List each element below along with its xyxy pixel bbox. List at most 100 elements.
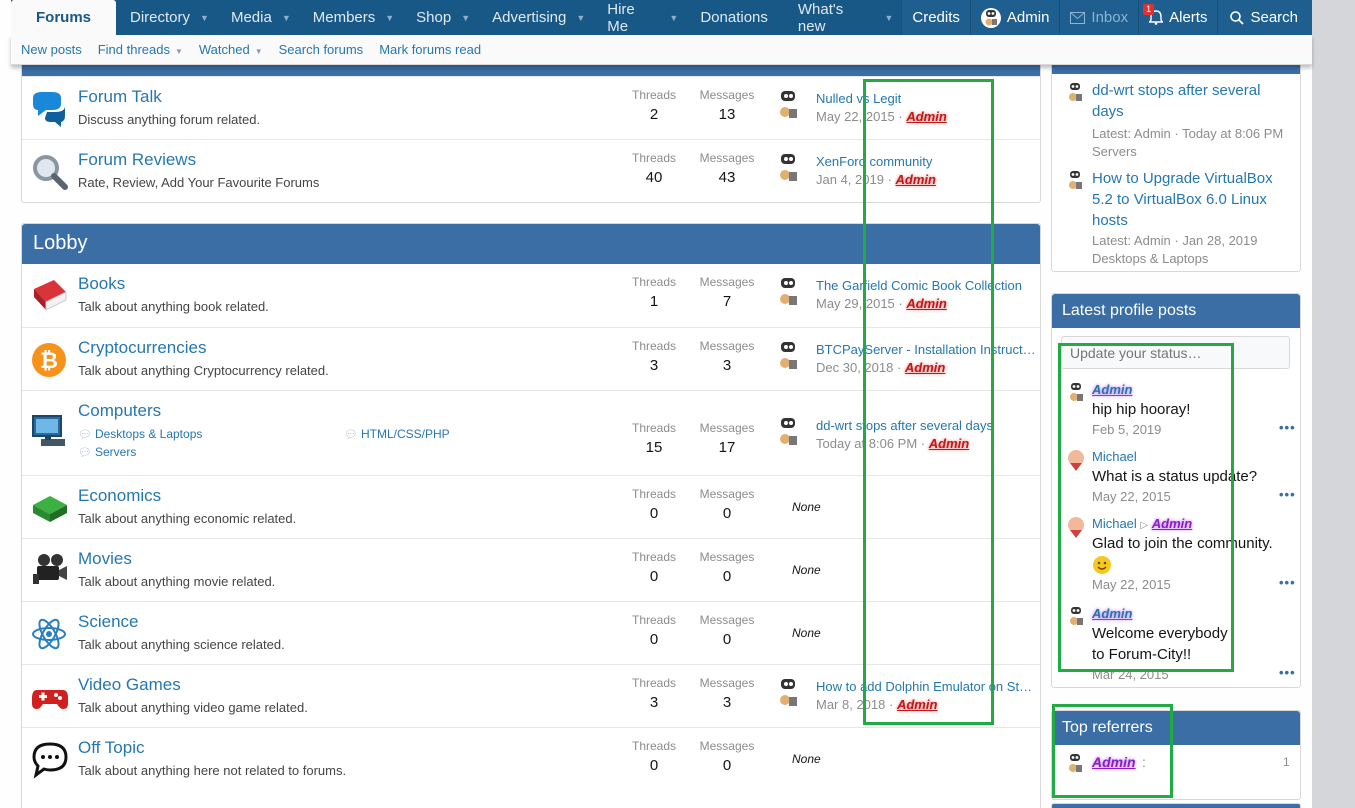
threads-stat: Threads 0 <box>619 739 689 774</box>
inbox-link[interactable]: Inbox <box>1059 0 1139 35</box>
forum-title[interactable]: Movies <box>78 549 132 569</box>
tab-members[interactable]: Members ▼ <box>299 0 402 35</box>
tab-directory[interactable]: Directory ▼ <box>116 0 217 35</box>
post-date[interactable]: May 22, 2015 <box>1092 489 1171 504</box>
user-avatar-icon[interactable] <box>777 153 799 187</box>
find-threads-link[interactable]: Find threads ▼ <box>98 42 183 57</box>
last-thread-title[interactable]: The Garfield Comic Book Collection <box>816 278 1038 293</box>
referrer-user[interactable]: Admin <box>1092 754 1136 770</box>
forum-title[interactable]: Off Topic <box>78 738 144 758</box>
tab-shop[interactable]: Shop ▼ <box>402 0 478 35</box>
chevron-down-icon[interactable]: ▼ <box>282 13 291 23</box>
forum-title[interactable]: Forum Reviews <box>78 150 196 170</box>
threads-count: 0 <box>649 757 659 774</box>
subforum-label: Servers <box>94 445 137 459</box>
user-avatar-icon[interactable] <box>777 417 799 451</box>
user-avatar-icon[interactable] <box>1067 606 1085 628</box>
threads-label: Threads <box>631 339 677 353</box>
user-avatar-icon[interactable] <box>1067 516 1085 538</box>
alerts-link[interactable]: 1 Alerts <box>1138 0 1218 35</box>
chevron-down-icon[interactable]: ▼ <box>461 13 470 23</box>
more-options-icon[interactable]: ••• <box>1279 665 1296 680</box>
post-author[interactable]: Admin <box>1092 606 1132 621</box>
more-options-icon[interactable]: ••• <box>1279 575 1296 590</box>
chevron-down-icon[interactable]: ▼ <box>200 13 209 23</box>
post-author[interactable]: Michael <box>1092 516 1137 531</box>
forum-title[interactable]: Computers <box>78 401 161 421</box>
chevron-down-icon[interactable]: ▼ <box>385 13 394 23</box>
account-link[interactable]: Admin <box>969 0 1060 35</box>
post-target[interactable]: Admin <box>1152 516 1192 531</box>
forum-title[interactable]: Forum Talk <box>78 87 162 107</box>
forum-title[interactable]: Science <box>78 612 138 632</box>
tab-whats-new[interactable]: What's new ▼ <box>784 0 901 35</box>
post-author[interactable]: Admin <box>1092 382 1132 397</box>
last-thread-title[interactable]: BTCPayServer - Installation Instructions <box>816 342 1038 357</box>
block-title[interactable]: Top referrers <box>1052 711 1300 745</box>
user-avatar-icon[interactable] <box>1067 82 1083 104</box>
thread-forum[interactable]: Servers <box>1092 143 1137 161</box>
tab-donations[interactable]: Donations <box>686 0 784 35</box>
last-post-user[interactable]: Admin <box>897 697 937 712</box>
watched-link[interactable]: Watched ▼ <box>199 42 263 57</box>
post-author[interactable]: Michael <box>1092 449 1137 464</box>
user-avatar-icon[interactable] <box>1067 382 1085 404</box>
new-posts-link[interactable]: New posts <box>21 42 82 57</box>
subforum-link[interactable]: 💬︎ HTML/CSS/PHP <box>344 427 450 441</box>
tab-media[interactable]: Media ▼ <box>217 0 299 35</box>
chat-bubbles-icon: 💬︎ <box>344 429 358 441</box>
subforum-link[interactable]: 💬︎ Desktops & Laptops <box>78 427 202 441</box>
forum-title[interactable]: Video Games <box>78 675 181 695</box>
more-options-icon[interactable]: ••• <box>1279 420 1296 435</box>
user-avatar-icon[interactable] <box>777 277 799 311</box>
user-avatar-icon[interactable] <box>1067 753 1083 775</box>
thread-title[interactable]: dd-wrt stops after several days <box>1092 80 1292 122</box>
chevron-down-icon[interactable]: ▼ <box>175 47 183 56</box>
post-date[interactable]: Feb 5, 2019 <box>1092 422 1161 437</box>
tab-forums[interactable]: Forums <box>11 0 117 35</box>
forum-title[interactable]: Books <box>78 274 125 294</box>
thread-forum[interactable]: Desktops & Laptops <box>1092 250 1208 268</box>
last-thread-title[interactable]: dd-wrt stops after several days <box>816 418 1038 433</box>
chevron-down-icon[interactable]: ▼ <box>576 13 585 23</box>
tab-hire-me[interactable]: Hire Me ▼ <box>593 0 686 35</box>
chevron-down-icon[interactable]: ▼ <box>884 13 893 23</box>
more-options-icon[interactable]: ••• <box>1279 487 1296 502</box>
last-post-user[interactable]: Admin <box>896 172 936 187</box>
subforum-link[interactable]: 💬︎ Servers <box>78 445 136 459</box>
category-title[interactable]: Lobby <box>22 224 1040 264</box>
thread-title[interactable]: How to Upgrade VirtualBox 5.2 to Virtual… <box>1092 168 1287 231</box>
block-title[interactable]: Latest profile posts <box>1052 294 1300 328</box>
watched-label: Watched <box>198 42 250 57</box>
last-thread-title[interactable]: Nulled vs Legit <box>816 91 1038 106</box>
messages-count: 3 <box>722 357 732 374</box>
status-update-input[interactable] <box>1061 336 1290 369</box>
user-avatar-icon[interactable] <box>1067 449 1085 471</box>
user-avatar-icon[interactable] <box>777 341 799 375</box>
user-avatar-icon[interactable] <box>1067 170 1083 192</box>
credits-link[interactable]: Credits <box>901 0 970 35</box>
threads-stat: Threads 0 <box>619 613 689 648</box>
last-post-user[interactable]: Admin <box>929 436 969 451</box>
last-thread-title[interactable]: How to add Dolphin Emulator on Steam <box>816 679 1038 694</box>
last-post-user[interactable]: Admin <box>906 296 946 311</box>
tab-advertising[interactable]: Advertising ▼ <box>478 0 593 35</box>
user-avatar-icon[interactable] <box>777 90 799 124</box>
chevron-down-icon[interactable]: ▼ <box>669 13 678 23</box>
user-avatar-icon[interactable] <box>777 678 799 712</box>
search-link[interactable]: Search <box>1217 0 1312 35</box>
search-forums-link[interactable]: Search forums <box>279 42 364 57</box>
latest-threads-block: dd-wrt stops after several days Latest: … <box>1051 55 1301 272</box>
chevron-down-icon[interactable]: ▼ <box>255 47 263 56</box>
post-date[interactable]: Mar 24, 2015 <box>1092 667 1169 682</box>
last-thread-title[interactable]: XenForo community <box>816 154 1038 169</box>
referrer-count: 1 <box>1283 755 1290 769</box>
no-posts-label: None <box>792 752 821 766</box>
forum-node: Video Games Talk about anything video ga… <box>22 664 1040 727</box>
post-date[interactable]: May 22, 2015 <box>1092 577 1171 592</box>
forum-title[interactable]: Cryptocurrencies <box>78 338 207 358</box>
forum-title[interactable]: Economics <box>78 486 161 506</box>
last-post-user[interactable]: Admin <box>906 109 946 124</box>
mark-forums-read-link[interactable]: Mark forums read <box>379 42 481 57</box>
last-post-user[interactable]: Admin <box>905 360 945 375</box>
